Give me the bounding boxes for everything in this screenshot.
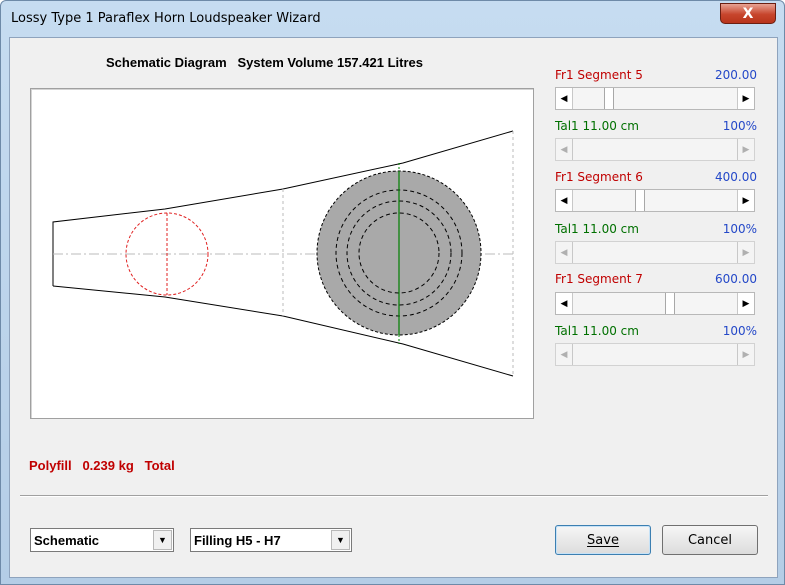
dialog-client-area: Schematic Diagram System Volume 157.421 … bbox=[9, 37, 778, 578]
title-bar[interactable]: Lossy Type 1 Paraflex Horn Loudspeaker W… bbox=[1, 1, 784, 37]
cancel-button-label: Cancel bbox=[687, 532, 733, 548]
right-arrow-icon[interactable]: ▶ bbox=[737, 139, 754, 160]
left-arrow-icon[interactable]: ◀ bbox=[556, 190, 573, 211]
slider-track[interactable] bbox=[573, 293, 737, 314]
view-mode-combo[interactable]: Schematic ▼ bbox=[30, 528, 174, 552]
slider-thumb[interactable] bbox=[604, 88, 614, 109]
schematic-diagram bbox=[30, 88, 534, 419]
schematic-label: Schematic Diagram bbox=[106, 55, 227, 70]
left-arrow-icon[interactable]: ◀ bbox=[556, 88, 573, 109]
segment-7-tal-slider[interactable]: ◀ ▶ bbox=[555, 343, 755, 366]
segment-7-fr-slider[interactable]: ◀ ▶ bbox=[555, 292, 755, 315]
segment-7-tal-label: Tal1 11.00 cm bbox=[555, 324, 639, 338]
segment-5-tal-slider[interactable]: ◀ ▶ bbox=[555, 138, 755, 161]
horn-schematic bbox=[52, 130, 514, 377]
segment-6-tal-slider[interactable]: ◀ ▶ bbox=[555, 241, 755, 264]
slider-track[interactable] bbox=[573, 88, 737, 109]
system-volume-label: System Volume 157.421 Litres bbox=[237, 55, 423, 70]
right-arrow-icon[interactable]: ▶ bbox=[737, 190, 754, 211]
slider-track[interactable] bbox=[573, 190, 737, 211]
segment-6-tal-label: Tal1 11.00 cm bbox=[555, 222, 639, 236]
slider-track[interactable] bbox=[573, 242, 737, 263]
cancel-button[interactable]: Cancel bbox=[662, 525, 758, 555]
segment-5-tal-value: 100% bbox=[722, 119, 757, 133]
slider-track[interactable] bbox=[573, 139, 737, 160]
right-arrow-icon[interactable]: ▶ bbox=[737, 88, 754, 109]
chevron-down-icon[interactable]: ▼ bbox=[153, 530, 172, 550]
slider-thumb[interactable] bbox=[665, 293, 675, 314]
chevron-down-icon[interactable]: ▼ bbox=[331, 530, 350, 550]
save-button-label: Save bbox=[587, 532, 619, 548]
right-arrow-icon[interactable]: ▶ bbox=[737, 242, 754, 263]
polyfill-summary: Polyfill 0.239 kg Total bbox=[29, 458, 175, 473]
segment-5-fr-label: Fr1 Segment 5 bbox=[555, 68, 643, 82]
filling-value: Filling H5 - H7 bbox=[194, 533, 281, 548]
save-button[interactable]: Save bbox=[555, 525, 651, 555]
separator-line bbox=[20, 495, 768, 497]
segment-5-fr-value: 200.00 bbox=[715, 68, 757, 82]
right-arrow-icon[interactable]: ▶ bbox=[737, 344, 754, 365]
segment-6-fr-label: Fr1 Segment 6 bbox=[555, 170, 643, 184]
segment-7-fr-value: 600.00 bbox=[715, 272, 757, 286]
segment-6-fr-value: 400.00 bbox=[715, 170, 757, 184]
wizard-window: Lossy Type 1 Paraflex Horn Loudspeaker W… bbox=[0, 0, 785, 585]
segment-7-fr-label: Fr1 Segment 7 bbox=[555, 272, 643, 286]
left-arrow-icon[interactable]: ◀ bbox=[556, 344, 573, 365]
slider-thumb[interactable] bbox=[635, 190, 645, 211]
slider-track[interactable] bbox=[573, 344, 737, 365]
window-title: Lossy Type 1 Paraflex Horn Loudspeaker W… bbox=[11, 11, 321, 26]
close-button[interactable]: X bbox=[720, 3, 776, 24]
right-arrow-icon[interactable]: ▶ bbox=[737, 293, 754, 314]
schematic-header: Schematic Diagram System Volume 157.421 … bbox=[106, 55, 423, 70]
segment-5-fr-slider[interactable]: ◀ ▶ bbox=[555, 87, 755, 110]
left-arrow-icon[interactable]: ◀ bbox=[556, 293, 573, 314]
segment-5-tal-label: Tal1 11.00 cm bbox=[555, 119, 639, 133]
close-icon: X bbox=[742, 5, 754, 22]
segment-6-tal-value: 100% bbox=[722, 222, 757, 236]
left-arrow-icon[interactable]: ◀ bbox=[556, 242, 573, 263]
view-mode-value: Schematic bbox=[34, 533, 100, 548]
filling-combo[interactable]: Filling H5 - H7 ▼ bbox=[190, 528, 352, 552]
segment-6-fr-slider[interactable]: ◀ ▶ bbox=[555, 189, 755, 212]
segment-7-tal-value: 100% bbox=[722, 324, 757, 338]
left-arrow-icon[interactable]: ◀ bbox=[556, 139, 573, 160]
